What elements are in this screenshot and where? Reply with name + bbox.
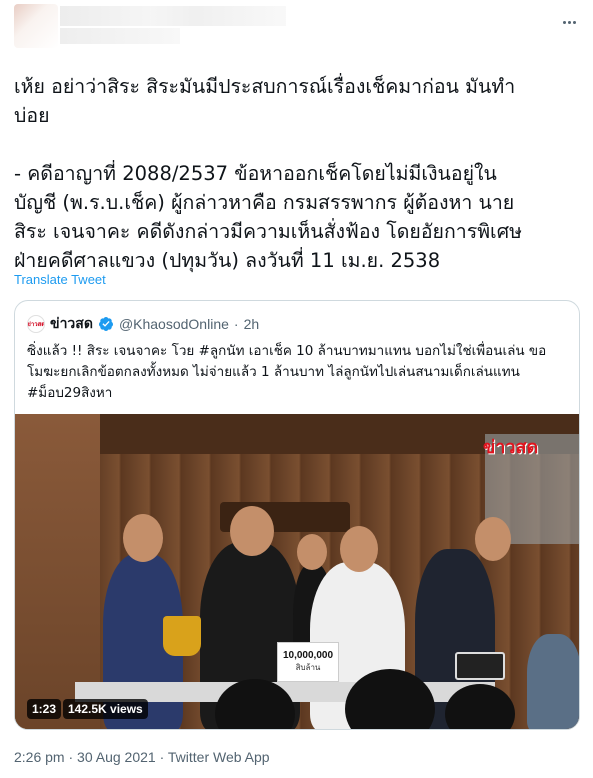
tweet-header <box>0 0 593 60</box>
meta-separator-2: · <box>159 749 165 765</box>
quoted-video[interactable]: 10,000,000 สิบล้าน ข่าวสด 1:23 142.5K vi… <box>15 414 579 729</box>
video-person-4-head <box>340 526 378 572</box>
tweet-source[interactable]: Twitter Web App <box>168 749 270 765</box>
video-views-badge: 142.5K views <box>63 699 148 719</box>
khaosod-logo[interactable]: ข่าวสด <box>27 315 45 333</box>
quoted-author-handle[interactable]: @KhaosodOnline <box>119 316 229 332</box>
tweet-metadata: 2:26 pm · 30 Aug 2021 · Twitter Web App <box>14 749 270 765</box>
quoted-tweet-header: ข่าวสด ข่าวสด @KhaosodOnline · 2h <box>27 314 259 334</box>
video-person-5-head <box>475 517 511 561</box>
khaosod-logo-text: ข่าวสด <box>27 322 45 328</box>
video-person-2-head <box>230 506 274 556</box>
meta-separator-1: · <box>68 749 74 765</box>
tweet-time[interactable]: 2:26 pm <box>14 749 65 765</box>
quoted-tweet[interactable]: ข่าวสด ข่าวสด @KhaosodOnline · 2h ซิ่งแล… <box>14 300 580 730</box>
author-handle-blurred[interactable] <box>60 28 180 44</box>
cheque-amount: 10,000,000 <box>282 650 334 661</box>
tweet-date[interactable]: 30 Aug 2021 <box>77 749 156 765</box>
video-person-1-head <box>123 514 163 562</box>
author-name-blurred[interactable] <box>60 6 286 26</box>
quoted-header-separator: · <box>233 316 239 332</box>
video-watermark: ข่าวสด <box>483 437 539 458</box>
video-gold-offering <box>163 616 201 656</box>
quoted-author-name[interactable]: ข่าวสด <box>50 313 93 335</box>
quoted-tweet-age[interactable]: 2h <box>244 316 260 332</box>
video-duration-badge: 1:23 <box>27 699 62 719</box>
video-phone <box>455 652 505 680</box>
verified-badge-icon <box>98 317 113 331</box>
cheque-sign: 10,000,000 สิบล้าน <box>277 642 339 682</box>
tweet-text: เห้ย อย่าว่าสิระ สิระมันมีประสบการณ์เรื่… <box>14 75 522 272</box>
translate-tweet-link[interactable]: Translate Tweet <box>14 272 106 287</box>
quoted-tweet-text: ซิ่งแล้ว !! สิระ เจนจาคะ โวย #ลูกนัท เอา… <box>27 343 547 401</box>
more-horizontal-icon[interactable] <box>559 12 579 32</box>
author-avatar-blurred[interactable] <box>14 4 58 48</box>
video-person-6 <box>527 634 579 729</box>
cheque-caption: สิบล้าน <box>295 663 321 672</box>
video-person-3-head <box>297 534 327 570</box>
